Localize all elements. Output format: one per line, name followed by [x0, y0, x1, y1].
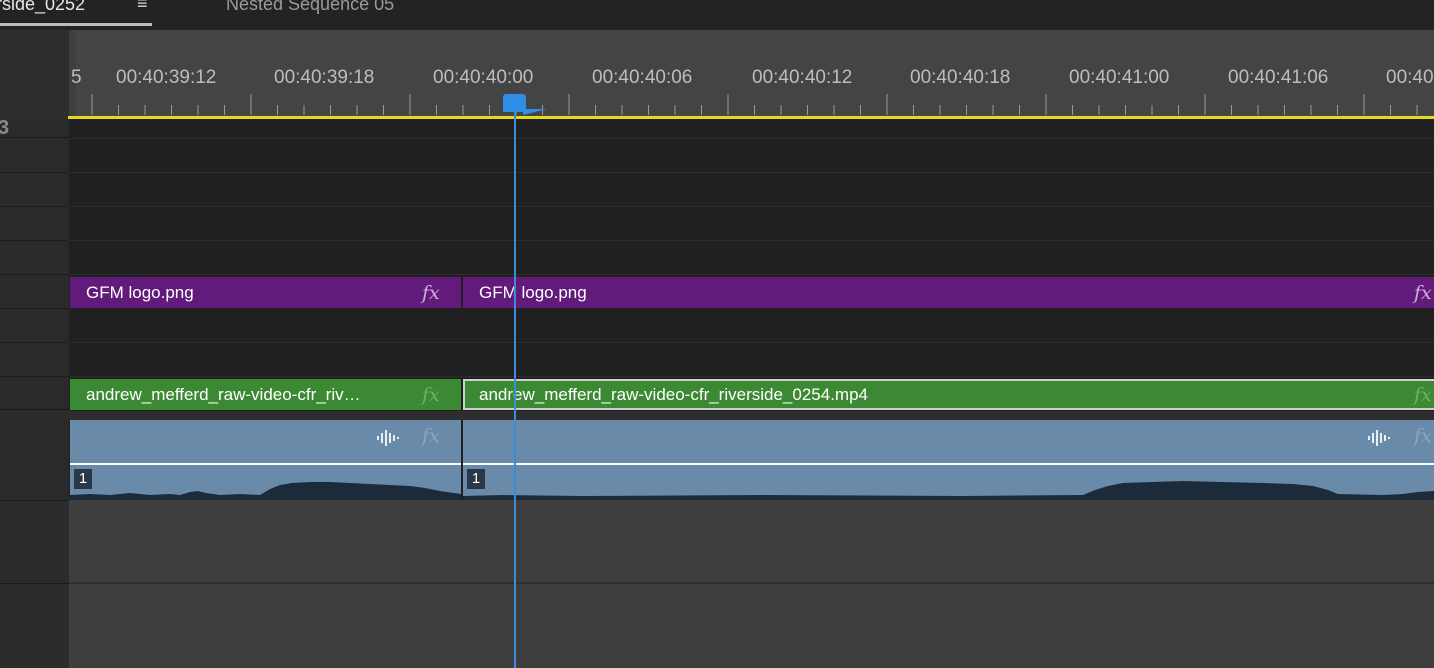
- time-ruler[interactable]: 5 00:40:39:12 00:40:39:18 00:40:40:00 00…: [71, 30, 1434, 116]
- track-header-audio-a1[interactable]: [0, 419, 69, 501]
- fx-icon[interactable]: fx: [422, 282, 440, 304]
- playhead-line[interactable]: [514, 110, 516, 668]
- audio-waveform: [70, 482, 461, 500]
- track-header-audio-a2[interactable]: [0, 501, 69, 584]
- track-lane[interactable]: [69, 119, 1434, 139]
- waveform-icon[interactable]: [1367, 428, 1391, 448]
- empty-audio-lane[interactable]: [69, 584, 1434, 668]
- track-lane[interactable]: [69, 139, 1434, 173]
- track-header-v1[interactable]: [0, 343, 69, 377]
- track-header-v7[interactable]: [0, 138, 69, 173]
- track-header-v3[interactable]: [0, 275, 69, 309]
- track-lane[interactable]: [69, 343, 1434, 377]
- audio-channel-badge: 1: [467, 469, 485, 489]
- sequence-tab-bar: rside_0252 ≡ Nested Sequence 05: [0, 0, 1434, 30]
- track-header-v6[interactable]: [0, 173, 69, 207]
- clip-name: andrew_mefferd_raw-video-cfr_riv…: [86, 385, 361, 404]
- video-clip[interactable]: andrew_mefferd_raw-video-cfr_riv… fx: [70, 379, 461, 410]
- track-lane[interactable]: [69, 173, 1434, 207]
- empty-audio-lane[interactable]: [69, 500, 1434, 584]
- audio-clip[interactable]: fx 1: [463, 420, 1434, 500]
- active-tab-underline: [0, 23, 152, 26]
- audio-clip[interactable]: fx 1: [70, 420, 461, 500]
- track-header-column: 3: [0, 30, 69, 668]
- fx-icon[interactable]: fx: [1414, 425, 1432, 447]
- fx-icon[interactable]: fx: [422, 384, 440, 406]
- clip-name: andrew_mefferd_raw-video-cfr_riverside_0…: [479, 385, 868, 404]
- tab-menu-icon[interactable]: ≡: [137, 0, 148, 14]
- track-lane[interactable]: [69, 241, 1434, 275]
- fx-icon[interactable]: fx: [1414, 282, 1432, 304]
- waveform-icon[interactable]: [376, 428, 400, 448]
- tab-sequence-active-label: rside_0252: [0, 0, 86, 14]
- header-ruler-area: [0, 30, 69, 119]
- track-header-v2[interactable]: [0, 309, 69, 343]
- fx-icon[interactable]: fx: [1414, 384, 1432, 406]
- track-header-video-main[interactable]: [0, 377, 69, 410]
- track-header-v5[interactable]: [0, 207, 69, 241]
- ruler-ticks: [91, 94, 1418, 115]
- track-header-audio-a3[interactable]: [0, 584, 69, 668]
- track-lane[interactable]: [69, 309, 1434, 343]
- graphic-clip[interactable]: GFM logo.png fx: [70, 277, 461, 308]
- graphic-clip[interactable]: GFM logo.png fx: [463, 277, 1434, 308]
- tab-sequence-active[interactable]: rside_0252: [0, 0, 152, 30]
- track-lane[interactable]: [69, 207, 1434, 241]
- track-header-v8[interactable]: [0, 119, 69, 138]
- audio-channel-badge: 1: [74, 469, 92, 489]
- fx-icon[interactable]: fx: [422, 425, 440, 447]
- video-clip-selected[interactable]: andrew_mefferd_raw-video-cfr_riverside_0…: [463, 379, 1434, 410]
- tab-nested-sequence[interactable]: Nested Sequence 05: [226, 0, 394, 15]
- clip-name: GFM logo.png: [479, 283, 587, 302]
- track-header-glyph: 3: [0, 117, 10, 139]
- clip-name: GFM logo.png: [86, 283, 194, 302]
- audio-waveform: [463, 481, 1434, 500]
- playhead-icon[interactable]: [503, 94, 526, 112]
- track-header-v4[interactable]: [0, 241, 69, 275]
